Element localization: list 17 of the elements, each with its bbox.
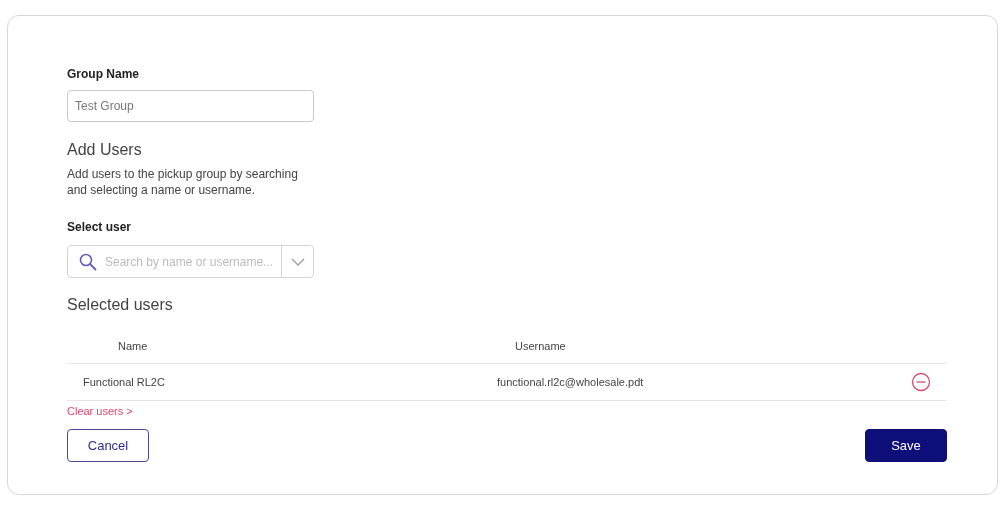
section-title: Selected users: [67, 296, 173, 314]
table-cell-text: functional.rl2c@wholesale.pdt: [497, 376, 645, 388]
description-text: Add users to the pickup group by searching and selecting a name or username.: [67, 166, 299, 198]
column-header: Username: [514, 339, 567, 352]
clear-users-link[interactable]: Clear users >: [67, 405, 133, 417]
field-label: Group Name: [67, 67, 139, 81]
cancel-button[interactable]: Cancel: [67, 429, 149, 462]
chevron-down-icon[interactable]: [290, 257, 305, 266]
search-icon: [79, 252, 97, 271]
section-title: Add Users: [67, 141, 142, 159]
save-button[interactable]: Save: [865, 429, 947, 462]
remove-icon[interactable]: [911, 372, 931, 392]
table-cell-text: Functional RL2C: [82, 376, 166, 388]
field-label: Select user: [67, 220, 132, 234]
column-header: Name: [117, 339, 149, 352]
input-field[interactable]: Test Group: [67, 90, 314, 122]
search-box[interactable]: Search by name or username...: [67, 245, 314, 278]
